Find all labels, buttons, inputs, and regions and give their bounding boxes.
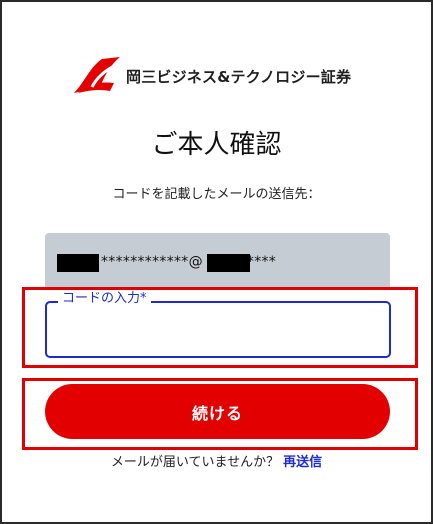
resend-prompt: メールが届いていませんか？ (110, 455, 280, 470)
resend-line: メールが届いていませんか？ 再送信 (0, 455, 433, 471)
brand-name: 岡三ビジネス&テクノロジー証券 (126, 67, 352, 86)
brand-header: 岡三ビジネス&テクノロジー証券 (70, 57, 352, 94)
page-subtitle: コードを記載したメールの送信先： (112, 187, 321, 202)
code-input[interactable] (49, 308, 385, 352)
code-field-label: コードの入力* (58, 291, 151, 306)
email-redaction-domain (207, 254, 250, 272)
page-title: ご本人確認 (151, 130, 282, 160)
email-masked-suffix: **** (246, 254, 277, 270)
email-masked-value: ************@ (101, 254, 203, 270)
okasan-sail-logo-icon (74, 57, 120, 93)
resend-link[interactable]: 再送信 (283, 455, 322, 470)
continue-button[interactable]: 続ける (45, 384, 390, 439)
